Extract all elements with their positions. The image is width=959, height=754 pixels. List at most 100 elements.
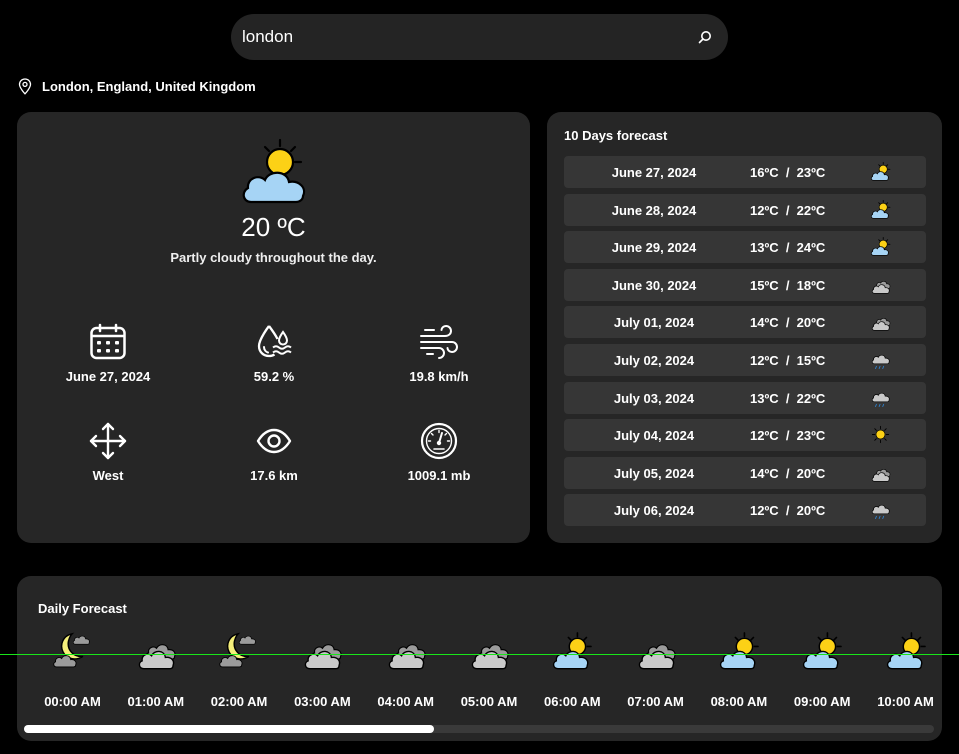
- location-label: London, England, United Kingdom: [42, 79, 256, 94]
- forecast-day-date: June 27, 2024: [611, 165, 697, 180]
- partly-cloudy-day-icon: [864, 632, 947, 670]
- partly-cloudy-day-icon: [242, 138, 306, 204]
- wind-icon: [420, 324, 459, 359]
- forecast-day-row: July 05, 2024 14ºC / 20ºC: [564, 456, 926, 489]
- hourly-time: 06:00 AM: [543, 694, 601, 709]
- hourly-forecast-item: 04:00 AM: [364, 632, 447, 709]
- hourly-scrollbar[interactable]: [24, 725, 934, 733]
- pressure-value: 1009.1 mb: [407, 468, 471, 483]
- forecast-day-date: July 01, 2024: [613, 315, 695, 331]
- cloudy-icon: [114, 632, 197, 670]
- calendar-icon: [90, 323, 126, 360]
- cloudy-icon: [614, 632, 697, 670]
- cloudy-icon: [870, 275, 891, 297]
- forecast-day-row: July 06, 2024 12ºC / 20ºC: [564, 494, 926, 527]
- forecast-day-row: June 29, 2024 13ºC / 24ºC: [564, 231, 926, 264]
- cloudy-icon: [281, 632, 364, 670]
- hourly-time: 02:00 AM: [210, 694, 268, 709]
- cloudy-icon: [870, 312, 891, 334]
- hourly-forecast-item: 06:00 AM: [531, 632, 614, 709]
- forecast-day-temps: 15ºC / 18ºC: [750, 277, 826, 293]
- hourly-time: 09:00 AM: [793, 694, 851, 709]
- location-pin-icon: [18, 78, 32, 95]
- current-temperature: 20 ºC: [241, 212, 306, 242]
- forecast-day-row: July 04, 2024 12ºC / 23ºC: [564, 419, 926, 452]
- forecast-day-date: July 04, 2024: [613, 428, 695, 444]
- visibility-value: 17.6 km: [250, 468, 298, 483]
- humidity-value: 59.2 %: [253, 369, 295, 384]
- forecast-day-date: July 05, 2024: [613, 465, 695, 481]
- hourly-forecast-item: 00:00 AM: [31, 632, 114, 709]
- partly-cloudy-night-icon: [31, 632, 114, 670]
- clear-day-icon: [870, 425, 891, 447]
- visibility-stat: 17.6 km: [194, 422, 354, 483]
- partly-cloudy-day-icon: [531, 632, 614, 670]
- forecast-day-temps: 13ºC / 24ºC: [750, 240, 826, 256]
- wind-direction-stat: West: [28, 422, 188, 483]
- ten-day-title: 10 Days forecast: [564, 128, 668, 143]
- forecast-day-temps: 12ºC / 23ºC: [750, 428, 826, 444]
- forecast-day-temps: 16ºC / 23ºC: [750, 165, 826, 180]
- hourly-time: 08:00 AM: [710, 694, 768, 709]
- forecast-day-temps: 14ºC / 20ºC: [750, 315, 826, 331]
- hourly-scrollbar-thumb[interactable]: [24, 725, 434, 733]
- current-weather-card: 20 ºC Partly cloudy throughout the day. …: [17, 112, 530, 543]
- forecast-day-row: July 02, 2024 12ºC / 15ºC: [564, 344, 926, 376]
- hourly-time: 05:00 AM: [460, 694, 518, 709]
- hourly-forecast-item: 09:00 AM: [781, 632, 864, 709]
- search-input[interactable]: [231, 14, 671, 60]
- forecast-day-date: June 30, 2024: [611, 277, 697, 293]
- move-arrows-icon: [89, 422, 127, 460]
- partly-cloudy-day-icon: [870, 199, 891, 222]
- rain-icon: [870, 500, 891, 522]
- search-button[interactable]: [694, 26, 716, 48]
- partly-cloudy-day-icon: [870, 162, 891, 184]
- hourly-time: 03:00 AM: [294, 694, 351, 709]
- hourly-time: 10:00 AM: [877, 694, 934, 709]
- date-value: June 27, 2024: [65, 369, 151, 384]
- cloudy-icon: [870, 463, 891, 485]
- forecast-day-date: July 06, 2024: [613, 503, 695, 519]
- cloudy-icon: [364, 632, 447, 670]
- rain-icon: [870, 350, 891, 372]
- wind-direction-value: West: [92, 468, 124, 483]
- weather-summary: Partly cloudy throughout the day.: [170, 250, 377, 265]
- hourly-forecast-item: 07:00 AM: [614, 632, 697, 709]
- humidity-icon: [257, 325, 292, 358]
- hourly-forecast-item: 08:00 AM: [697, 632, 780, 709]
- humidity-stat: 59.2 %: [194, 323, 354, 384]
- hourly-time: 00:00 AM: [44, 694, 101, 709]
- partly-cloudy-day-icon: [697, 632, 780, 670]
- forecast-day-temps: 12ºC / 15ºC: [750, 353, 826, 368]
- forecast-day-temps: 14ºC / 20ºC: [750, 465, 826, 481]
- wind-speed-value: 19.8 km/h: [409, 369, 469, 384]
- search-bar: [231, 14, 728, 60]
- cloudy-icon: [448, 632, 531, 670]
- hourly-forecast-item: 01:00 AM: [114, 632, 197, 709]
- hourly-forecast-item: 05:00 AM: [448, 632, 531, 709]
- hourly-time: 07:00 AM: [627, 694, 684, 709]
- forecast-day-temps: 12ºC / 22ºC: [750, 202, 826, 218]
- forecast-day-row: June 28, 2024 12ºC / 22ºC: [564, 193, 926, 226]
- hourly-forecast-item: 02:00 AM: [198, 632, 281, 709]
- forecast-day-temps: 12ºC / 20ºC: [750, 503, 826, 519]
- partly-cloudy-day-icon: [781, 632, 864, 670]
- partly-cloudy-day-icon: [870, 237, 891, 259]
- forecast-day-row: June 30, 2024 15ºC / 18ºC: [564, 268, 926, 301]
- forecast-day-date: June 29, 2024: [611, 240, 697, 256]
- pressure-gauge-icon: [420, 422, 458, 460]
- forecast-day-date: June 28, 2024: [611, 202, 697, 218]
- rain-icon: [870, 388, 891, 410]
- search-icon: [698, 31, 711, 44]
- forecast-day-date: July 02, 2024: [613, 353, 695, 368]
- hourly-time: 04:00 AM: [377, 694, 434, 709]
- pressure-stat: 1009.1 mb: [359, 422, 519, 483]
- wind-speed-stat: 19.8 km/h: [359, 323, 519, 384]
- location-row: London, England, United Kingdom: [18, 78, 256, 95]
- forecast-day-row: June 27, 2024 16ºC / 23ºC: [564, 156, 926, 188]
- daily-forecast-card: Daily Forecast 00:00 AM 01:00 AM 02:00 AM 0…: [17, 576, 942, 741]
- forecast-day-date: July 03, 2024: [613, 390, 695, 406]
- forecast-day-row: July 01, 2024 14ºC / 20ºC: [564, 306, 926, 339]
- ten-day-forecast-card: 10 Days forecast June 27, 2024 16ºC / 23º…: [547, 112, 942, 543]
- eye-icon: [256, 428, 292, 454]
